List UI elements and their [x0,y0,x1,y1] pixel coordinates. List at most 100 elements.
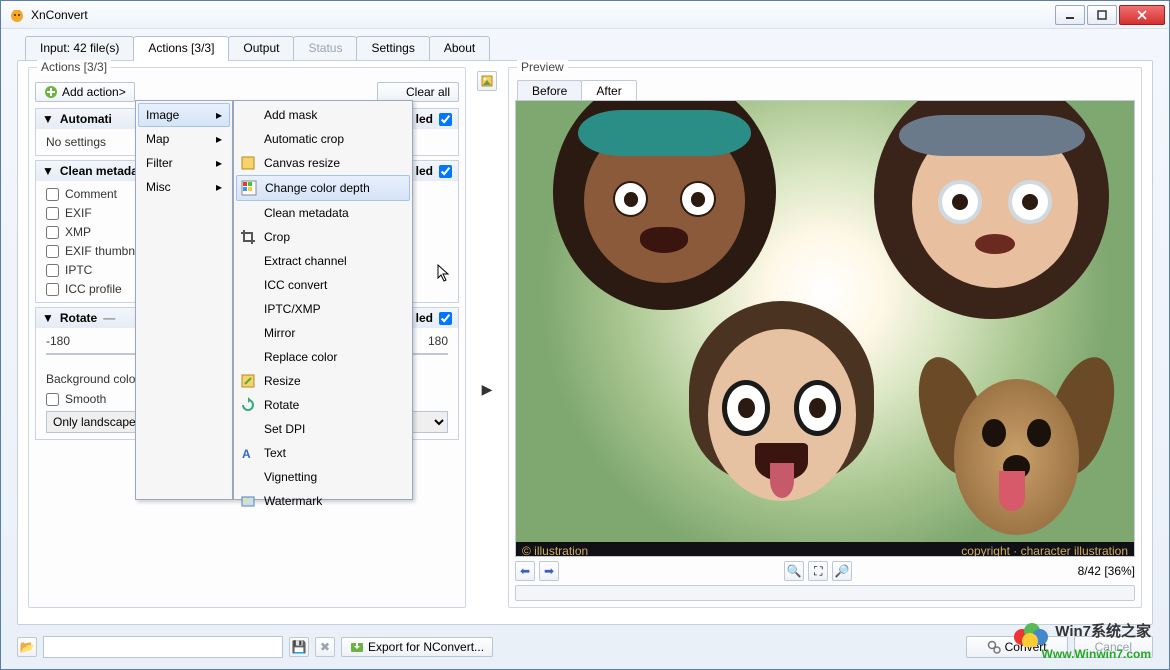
fit-button[interactable]: ⛶ [808,561,828,581]
icc-icon [240,277,256,293]
mi-text[interactable]: AText [236,441,410,465]
collapse-icon: ▼ [42,311,54,325]
preview-counter: 8/42 [36%] [1078,564,1135,578]
mirror-icon [240,325,256,341]
mi-icc-convert[interactable]: ICC convert [236,273,410,297]
collapse-icon: ▼ [42,164,54,178]
delete-script-button[interactable]: ✖ [315,637,335,657]
main-tabs: Input: 42 file(s) Actions [3/3] Output S… [1,35,1169,60]
arrow-left-icon: ⬅ [520,564,530,578]
clean-icon [240,205,256,221]
clear-all-button[interactable]: Clear all [377,82,459,102]
cat-map[interactable]: Map▸ [138,127,230,151]
zoom-out-icon: 🔎 [835,564,850,578]
zoom-in-icon: 🔍 [787,564,802,578]
iptc-icon [240,301,256,317]
chevron-right-icon: ▸ [216,132,222,146]
channel-icon [240,253,256,269]
crop-icon [240,229,256,245]
footer: 📂 💾 ✖ Export for NConvert... Convert Can… [17,633,1153,661]
arrow-right-icon: ➡ [544,564,554,578]
mi-extract-channel[interactable]: Extract channel [236,249,410,273]
mi-add-mask[interactable]: Add mask [236,103,410,127]
collapse-icon: ▼ [42,112,54,126]
tab-status[interactable]: Status [293,36,357,61]
dirty-icon: — [103,311,115,325]
action-title: Automati [60,112,112,126]
zoom-in-button[interactable]: 🔍 [784,561,804,581]
export-button[interactable]: Export for NConvert... [341,637,493,657]
mi-replace-color[interactable]: Replace color [236,345,410,369]
autocrop-icon [240,131,256,147]
rotate-max: 180 [428,334,448,348]
resize-icon [240,373,256,389]
mi-rotate[interactable]: Rotate [236,393,410,417]
maximize-button[interactable] [1087,5,1117,25]
export-label: Export for NConvert... [368,640,484,654]
tab-settings[interactable]: Settings [356,36,429,61]
cat-misc[interactable]: Misc▸ [138,175,230,199]
mi-auto-crop[interactable]: Automatic crop [236,127,410,151]
close-button[interactable] [1119,5,1165,25]
chevron-right-icon: ▸ [216,156,222,170]
tab-actions[interactable]: Actions [3/3] [133,36,229,61]
mi-mirror[interactable]: Mirror [236,321,410,345]
enabled-checkbox[interactable] [439,165,452,178]
tab-before[interactable]: Before [517,80,582,101]
mi-clean-metadata[interactable]: Clean metadata [236,201,410,225]
tab-output[interactable]: Output [228,36,294,61]
save-script-button[interactable]: 💾 [289,637,309,657]
mi-resize[interactable]: Resize [236,369,410,393]
preview-image: © illustration copyright · character ill… [515,100,1135,557]
preview-scrollbar[interactable] [515,585,1135,601]
zoom-out-button[interactable]: 🔎 [832,561,852,581]
script-combo[interactable] [43,636,283,658]
bgcolor-label: Background color [46,372,139,386]
gears-icon [987,640,1001,654]
mi-watermark[interactable]: Watermark [236,489,410,513]
cat-filter[interactable]: Filter▸ [138,151,230,175]
open-script-button[interactable]: 📂 [17,637,37,657]
preview-credits-right: copyright · character illustration [961,544,1128,554]
cat-image[interactable]: Image▸ [138,103,230,127]
folder-icon: 📂 [20,640,35,654]
add-action-label: Add action> [62,85,126,99]
chevron-right-icon: ▸ [216,180,222,194]
enabled-checkbox[interactable] [439,113,452,126]
window-title: XnConvert [31,8,1055,22]
minimize-button[interactable] [1055,5,1085,25]
cancel-button[interactable]: Cancel [1074,636,1153,658]
fit-icon: ⛶ [814,564,822,579]
clear-all-label: Clear all [406,85,450,99]
titlebar: XnConvert [1,1,1169,29]
mi-vignetting[interactable]: Vignetting [236,465,410,489]
export-icon [350,640,364,654]
svg-text:A: A [242,447,251,461]
color-depth-icon [241,180,257,196]
save-icon: 💾 [292,640,307,654]
convert-button[interactable]: Convert [966,636,1068,658]
mi-iptc-xmp[interactable]: IPTC/XMP [236,297,410,321]
next-image-button[interactable]: ➡ [539,561,559,581]
tab-about[interactable]: About [429,36,490,61]
watermark-icon [240,493,256,509]
vignette-icon [240,469,256,485]
mask-icon [240,107,256,123]
cancel-label: Cancel [1095,640,1132,654]
enabled-label: led [416,311,433,325]
tab-input[interactable]: Input: 42 file(s) [25,36,134,61]
tab-after[interactable]: After [581,80,636,101]
mi-change-color-depth[interactable]: Change color depth [236,175,410,201]
canvas-icon [240,155,256,171]
chevron-right-icon: ▸ [216,108,222,122]
rotate-min: -180 [46,334,70,348]
enabled-label: led [416,112,433,126]
mi-set-dpi[interactable]: Set DPI [236,417,410,441]
enabled-checkbox[interactable] [439,312,452,325]
rotate-icon [240,397,256,413]
mi-canvas-resize[interactable]: Canvas resize [236,151,410,175]
mi-crop[interactable]: Crop [236,225,410,249]
add-action-button[interactable]: Add action> [35,82,135,102]
preview-toggle-button[interactable] [477,71,497,91]
prev-image-button[interactable]: ⬅ [515,561,535,581]
